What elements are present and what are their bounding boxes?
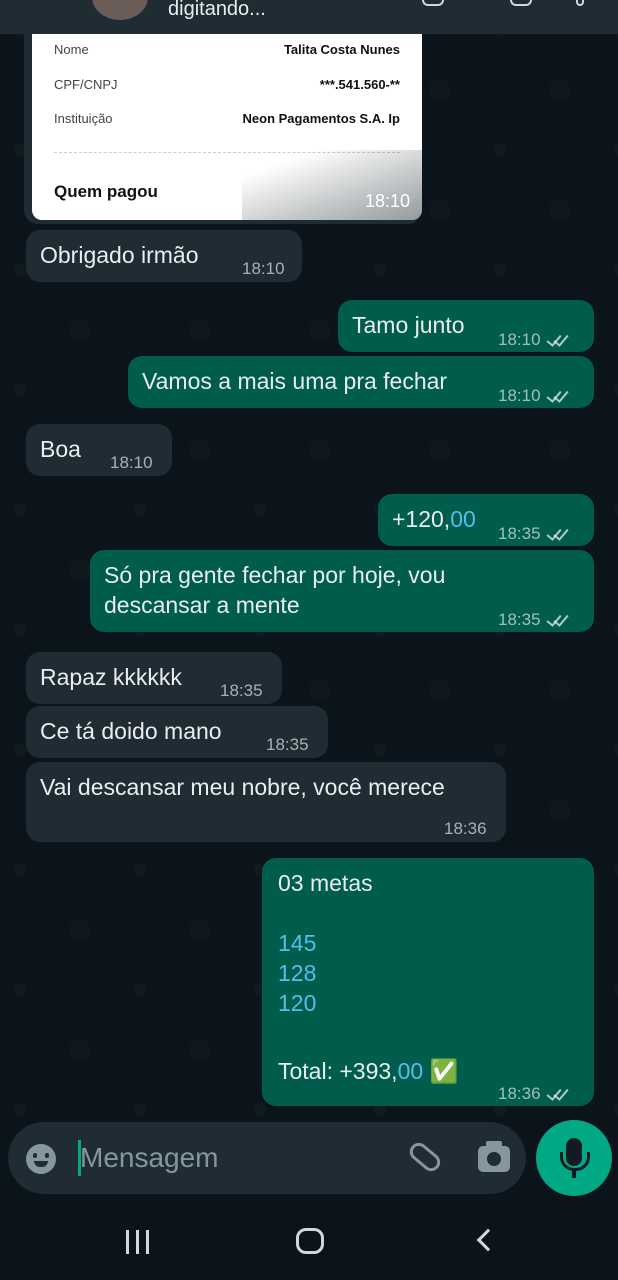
summary-value-link[interactable]: 128	[278, 958, 316, 988]
amount-link[interactable]: 00	[450, 506, 476, 532]
message-meta: 18:35	[498, 602, 569, 635]
voice-message-button[interactable]	[536, 1120, 612, 1196]
receipt-row-institution: Instituição Neon Pagamentos S.A. Ip	[54, 111, 400, 126]
message-time: 18:10	[110, 453, 153, 472]
message-text: Obrigado irmão	[40, 242, 199, 268]
outgoing-message[interactable]: Só pra gente fechar por hoje, vou descan…	[90, 550, 594, 632]
summary-total: Total: +393,00 ✅	[278, 1056, 458, 1086]
message-time: 18:36	[498, 1084, 541, 1103]
incoming-message[interactable]: Ce tá doido mano 18:35	[26, 706, 328, 758]
message-time: 18:35	[498, 524, 541, 543]
check-emoji-icon: ✅	[429, 1058, 459, 1084]
message-text: Rapaz kkkkkk	[40, 664, 182, 690]
message-time: 18:35	[266, 735, 309, 754]
message-time: 18:10	[498, 386, 541, 405]
total-text: Total: +393,	[278, 1058, 398, 1084]
message-meta: 18:36	[498, 1076, 569, 1109]
outgoing-message[interactable]: Tamo junto 18:10	[338, 300, 594, 352]
message-compose-bar	[8, 1122, 526, 1194]
read-receipt-icon	[547, 332, 569, 346]
message-time: 18:10	[498, 330, 541, 349]
receipt-label: CPF/CNPJ	[54, 77, 118, 92]
amount-text: +120,	[392, 506, 451, 532]
read-receipt-icon	[547, 526, 569, 540]
message-text: Vai descansar meu nobre, você merece	[40, 774, 445, 800]
message-text: Só pra gente fechar por hoje, vou descan…	[104, 562, 446, 618]
message-text: +120,00	[392, 506, 476, 532]
incoming-message[interactable]: Obrigado irmão 18:10	[26, 230, 302, 282]
outgoing-message[interactable]: Vamos a mais uma pra fechar 18:10	[128, 356, 594, 408]
voice-call-icon[interactable]	[510, 0, 532, 6]
message-time: 18:36	[444, 819, 487, 838]
incoming-message[interactable]: Boa 18:10	[26, 424, 172, 476]
receipt-row-name: Nome Talita Costa Nunes	[54, 42, 400, 57]
microphone-icon	[560, 1138, 590, 1178]
more-options-icon[interactable]	[576, 0, 584, 6]
total-link[interactable]: 00	[398, 1058, 424, 1084]
read-receipt-icon	[547, 388, 569, 402]
message-input[interactable]	[80, 1138, 380, 1178]
back-icon[interactable]	[476, 1228, 500, 1252]
home-icon[interactable]	[296, 1228, 324, 1254]
receipt-value: Talita Costa Nunes	[283, 42, 400, 57]
receipt-value: ***.541.560-**	[319, 77, 400, 92]
typing-status: digitando...	[168, 0, 266, 20]
emoji-icon[interactable]	[26, 1144, 56, 1174]
message-time: 18:35	[220, 681, 263, 700]
summary-title: 03 metas	[278, 870, 373, 896]
camera-icon[interactable]	[478, 1141, 510, 1172]
incoming-message[interactable]: Rapaz kkkkkk 18:35	[26, 652, 282, 704]
receipt-label: Nome	[54, 42, 89, 57]
recent-apps-icon[interactable]	[126, 1230, 150, 1254]
message-meta: 18:10	[498, 378, 569, 411]
outgoing-message[interactable]: +120,00 18:35	[378, 494, 594, 546]
video-call-icon[interactable]	[422, 0, 444, 6]
contact-avatar[interactable]	[92, 0, 148, 20]
message-meta: 18:10	[498, 322, 569, 355]
message-text: Vamos a mais uma pra fechar	[142, 368, 448, 394]
message-text: Ce tá doido mano	[40, 718, 222, 744]
message-text: Tamo junto	[352, 312, 465, 338]
attach-icon[interactable]	[406, 1139, 444, 1175]
receipt-row-document: CPF/CNPJ ***.541.560-**	[54, 77, 400, 92]
incoming-message[interactable]: Vai descansar meu nobre, você merece 18:…	[26, 762, 506, 842]
receipt-value: Neon Pagamentos S.A. Ip	[242, 111, 400, 126]
message-time: 18:10	[242, 259, 285, 278]
receipt-label: Instituição	[54, 111, 113, 126]
message-time: 18:35	[498, 610, 541, 629]
summary-value-link[interactable]: 120	[278, 988, 316, 1018]
read-receipt-icon	[547, 612, 569, 626]
message-text: Boa	[40, 436, 81, 462]
pix-receipt-image[interactable]: Nome Talita Costa Nunes CPF/CNPJ ***.541…	[32, 34, 422, 220]
message-meta: 18:35	[498, 516, 569, 549]
summary-value-link[interactable]: 145	[278, 928, 316, 958]
receipt-paid-by: Quem pagou	[54, 182, 158, 201]
read-receipt-icon	[547, 1086, 569, 1100]
system-navigation-bar	[0, 1200, 618, 1280]
outgoing-message-summary[interactable]: 03 metas 145 128 120 Total: +393,00 ✅ 18…	[262, 858, 594, 1106]
message-time: 18:10	[364, 191, 410, 211]
